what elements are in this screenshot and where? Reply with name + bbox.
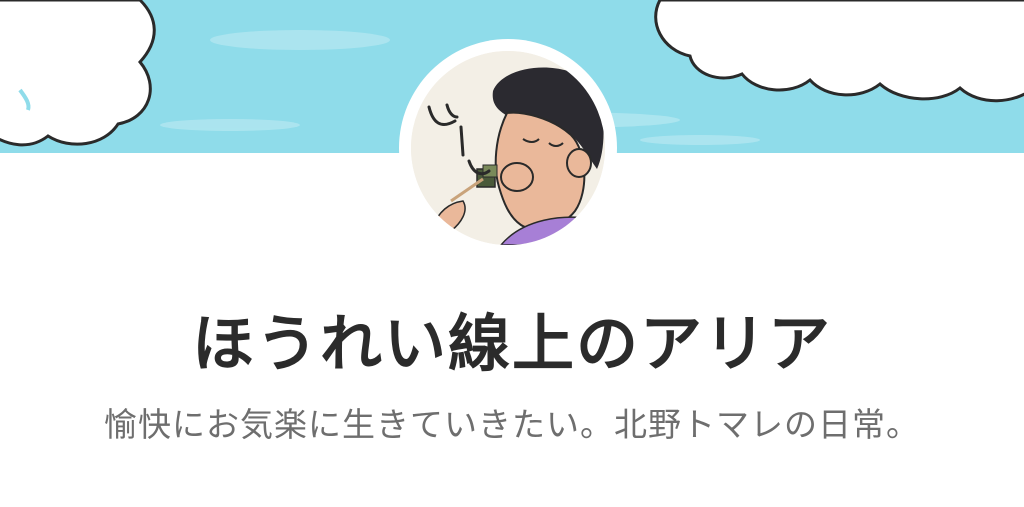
blog-description: 愉快にお気楽に生きていきたい。北野トマレの日常。: [104, 405, 920, 444]
avatar[interactable]: [411, 51, 605, 245]
blog-title[interactable]: ほうれい線上のアリア: [0, 304, 1024, 384]
blog-header: ほうれい線上のアリア 愉快にお気楽に生きていきたい。北野トマレの日常。: [0, 0, 1024, 507]
avatar-frame[interactable]: [399, 39, 617, 257]
